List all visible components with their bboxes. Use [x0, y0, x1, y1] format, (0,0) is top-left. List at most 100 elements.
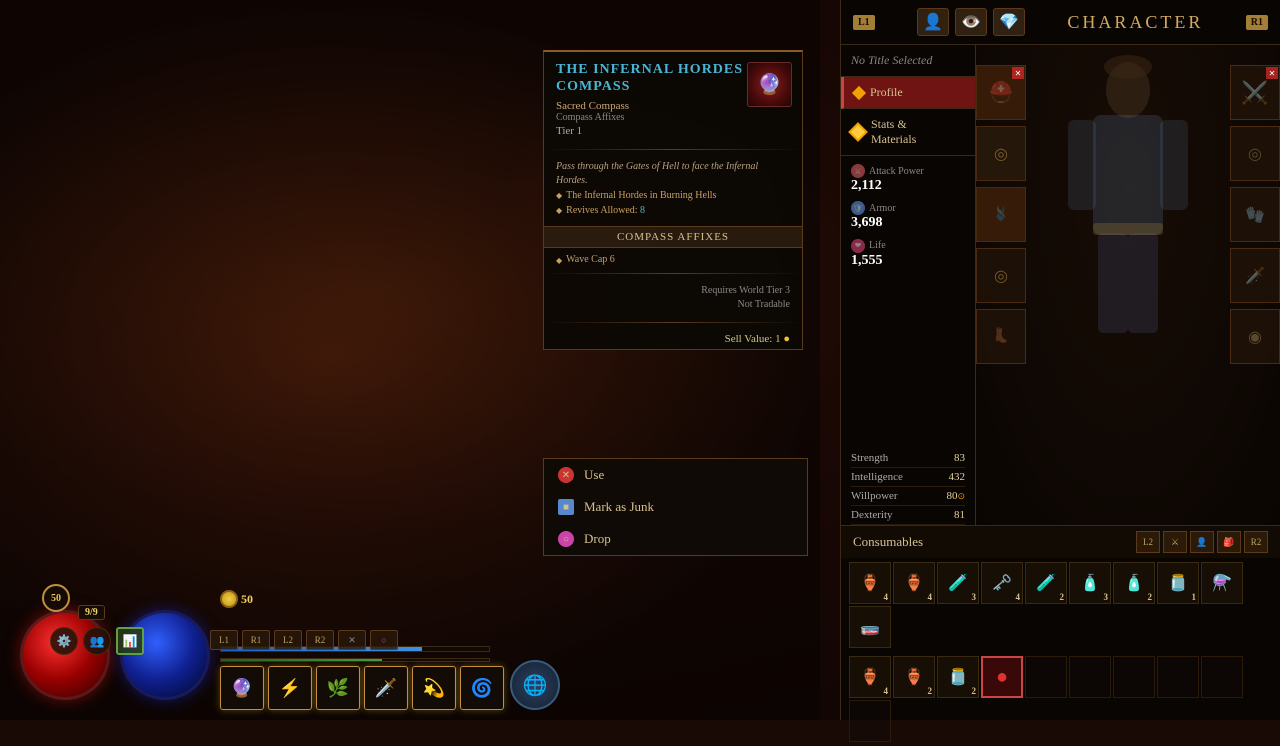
intelligence-value: 432 [949, 471, 966, 483]
char-icon-3[interactable]: 💎 [993, 8, 1025, 36]
affix-header: COMPASS AFFIXES [544, 226, 802, 248]
cons-slot-11[interactable]: 🏺4 [849, 656, 891, 698]
item-subtype: Compass Affixes [556, 112, 790, 123]
context-mark-junk[interactable]: ■ Mark as Junk [544, 491, 807, 523]
equip-slot-ring1[interactable]: ◎ [976, 126, 1026, 181]
drop-icon: ○ [558, 531, 574, 547]
cons-slot-6[interactable]: 🧴3 [1069, 562, 1111, 604]
tab-buttons: Profile Stats &Materials [841, 77, 975, 156]
hud-icon-2[interactable]: 👥 [83, 627, 111, 655]
hud-icons: ⚙️ 👥 📊 [50, 627, 144, 655]
char-icon-1[interactable]: 👤 [917, 8, 949, 36]
intelligence-label: Intelligence [851, 471, 903, 483]
cons-slot-8[interactable]: 🫙1 [1157, 562, 1199, 604]
bullet-diamond-2: ◆ [556, 206, 562, 216]
stats-tab-label: Stats &Materials [871, 117, 916, 147]
life-value: 1,555 [851, 253, 965, 268]
skill-slot-4[interactable]: 🗡️ [364, 666, 408, 710]
attack-power-value: 2,112 [851, 178, 965, 193]
tab-sword[interactable]: ⚔ [1163, 531, 1187, 553]
health-orb [20, 610, 110, 700]
character-model: ⛑️ ✕ ◎ 🩱 ◎ 👢 [976, 45, 1280, 525]
no-title-label: No Title Selected [851, 53, 965, 68]
tab-r2[interactable]: R2 [1244, 531, 1268, 553]
cons-slot-12[interactable]: 🏺2 [893, 656, 935, 698]
equip-slot-helm[interactable]: ⛑️ ✕ [976, 65, 1026, 120]
corner-btn-l2[interactable]: L2 [274, 630, 302, 650]
equip-slot-gloves[interactable]: 🧤 [1230, 187, 1280, 242]
skill-slot-2[interactable]: ⚡ [268, 666, 312, 710]
resource-bar [220, 658, 490, 662]
tab-person[interactable]: 👤 [1190, 531, 1214, 553]
willpower-row: Willpower 80⊙ [851, 487, 965, 506]
equip-slot-ring2[interactable]: ◎ [976, 248, 1026, 303]
character-middle: No Title Selected Profile Stats &Materia… [841, 45, 1280, 525]
revives-number: 8 [640, 205, 645, 216]
l1-button[interactable]: L1 [853, 15, 875, 30]
affix-1: ◆ Wave Cap 6 [544, 252, 802, 267]
corner-btn-l1[interactable]: L1 [210, 630, 238, 650]
corner-btn-r1[interactable]: R1 [242, 630, 270, 650]
item-description-section: Pass through the Gates of Hell to face t… [544, 156, 802, 222]
item-requirements: Requires World Tier 3 Not Tradable [544, 280, 802, 316]
bullet-1: ◆ The Infernal Hordes in Burning Hells [556, 188, 790, 203]
context-menu: ✕ Use ■ Mark as Junk ○ Drop [543, 458, 808, 556]
skill-slot-5[interactable]: 💫 [412, 666, 456, 710]
life-row: ❤ Life 1,555 [851, 239, 965, 268]
equip-slot-offhand[interactable]: 🗡️ [1230, 248, 1280, 303]
equip-slot-legs[interactable]: 🩱 [976, 187, 1026, 242]
willpower-label: Willpower [851, 490, 898, 502]
corner-btn-r2[interactable]: R2 [306, 630, 334, 650]
tab-bag[interactable]: 🎒 [1217, 531, 1241, 553]
context-use[interactable]: ✕ Use [544, 459, 807, 491]
cons-slot-9[interactable]: ⚗️ [1201, 562, 1243, 604]
divider-2 [544, 273, 802, 274]
cons-slot-1[interactable]: 🏺4 [849, 562, 891, 604]
cons-slot-19-empty [1201, 656, 1243, 698]
cons-slot-3[interactable]: 🧪3 [937, 562, 979, 604]
character-header: L1 👤 👁️ 💎 CHARACTER R1 [841, 0, 1280, 45]
dexterity-row: Dexterity 81 [851, 506, 965, 525]
gold-dot: ● [783, 333, 790, 345]
equip-slot-shoulders[interactable]: ◎ [1230, 126, 1280, 181]
dexterity-label: Dexterity [851, 509, 893, 521]
cons-slot-4[interactable]: 🗝️4 [981, 562, 1023, 604]
hud-skill-indicator[interactable]: 📊 [116, 627, 144, 655]
equip-slot-boots[interactable]: 👢 [976, 309, 1026, 364]
core-stats: ⚔ Attack Power 2,112 🛡 Armor 3,698 ❤ Li [841, 156, 975, 449]
skill-slot-1[interactable]: 🔮 [220, 666, 264, 710]
cons-slot-5[interactable]: 🧪2 [1025, 562, 1067, 604]
char-icon-2[interactable]: 👁️ [955, 8, 987, 36]
consumables-grid-row2: 🏺4 🏺2 🫙2 ● [841, 652, 1280, 746]
extra-circle-icon[interactable]: 🌐 [510, 660, 560, 710]
divider-1 [544, 149, 802, 150]
use-icon: ✕ [558, 467, 574, 483]
tab-profile[interactable]: Profile [841, 77, 975, 109]
cons-slot-7[interactable]: 🧴2 [1113, 562, 1155, 604]
gold-hud-icon [220, 590, 238, 608]
sell-value: Sell Value: 1 ● [544, 329, 802, 349]
profile-tab-label: Profile [870, 85, 903, 100]
cons-slot-13[interactable]: 🫙2 [937, 656, 979, 698]
gold-hud-value: 50 [241, 592, 253, 607]
tab-l2[interactable]: L2 [1136, 531, 1160, 553]
r1-button[interactable]: R1 [1246, 15, 1268, 30]
equip-slot-weapon[interactable]: ⚔️ ✕ [1230, 65, 1280, 120]
tab-stats-materials[interactable]: Stats &Materials [841, 109, 975, 156]
consumables-header: Consumables L2 ⚔ 👤 🎒 R2 [841, 526, 1280, 558]
cons-slot-10[interactable]: 🧫 [849, 606, 891, 648]
cons-slot-14-selected[interactable]: ● [981, 656, 1023, 698]
life-icon: ❤ [851, 239, 865, 253]
strength-value: 83 [954, 452, 965, 464]
slot-mark-helm: ✕ [1012, 67, 1024, 79]
equip-slot-amulet[interactable]: ◉ [1230, 309, 1280, 364]
divider-3 [544, 322, 802, 323]
skill-slot-6[interactable]: 🌀 [460, 666, 504, 710]
corner-btn-x[interactable]: ✕ [338, 630, 366, 650]
context-drop[interactable]: ○ Drop [544, 523, 807, 555]
corner-btn-o[interactable]: ○ [370, 630, 398, 650]
skill-slot-3[interactable]: 🌿 [316, 666, 360, 710]
hud-icon-1[interactable]: ⚙️ [50, 627, 78, 655]
cons-slot-2[interactable]: 🏺4 [893, 562, 935, 604]
stats-column: No Title Selected Profile Stats &Materia… [841, 45, 976, 525]
